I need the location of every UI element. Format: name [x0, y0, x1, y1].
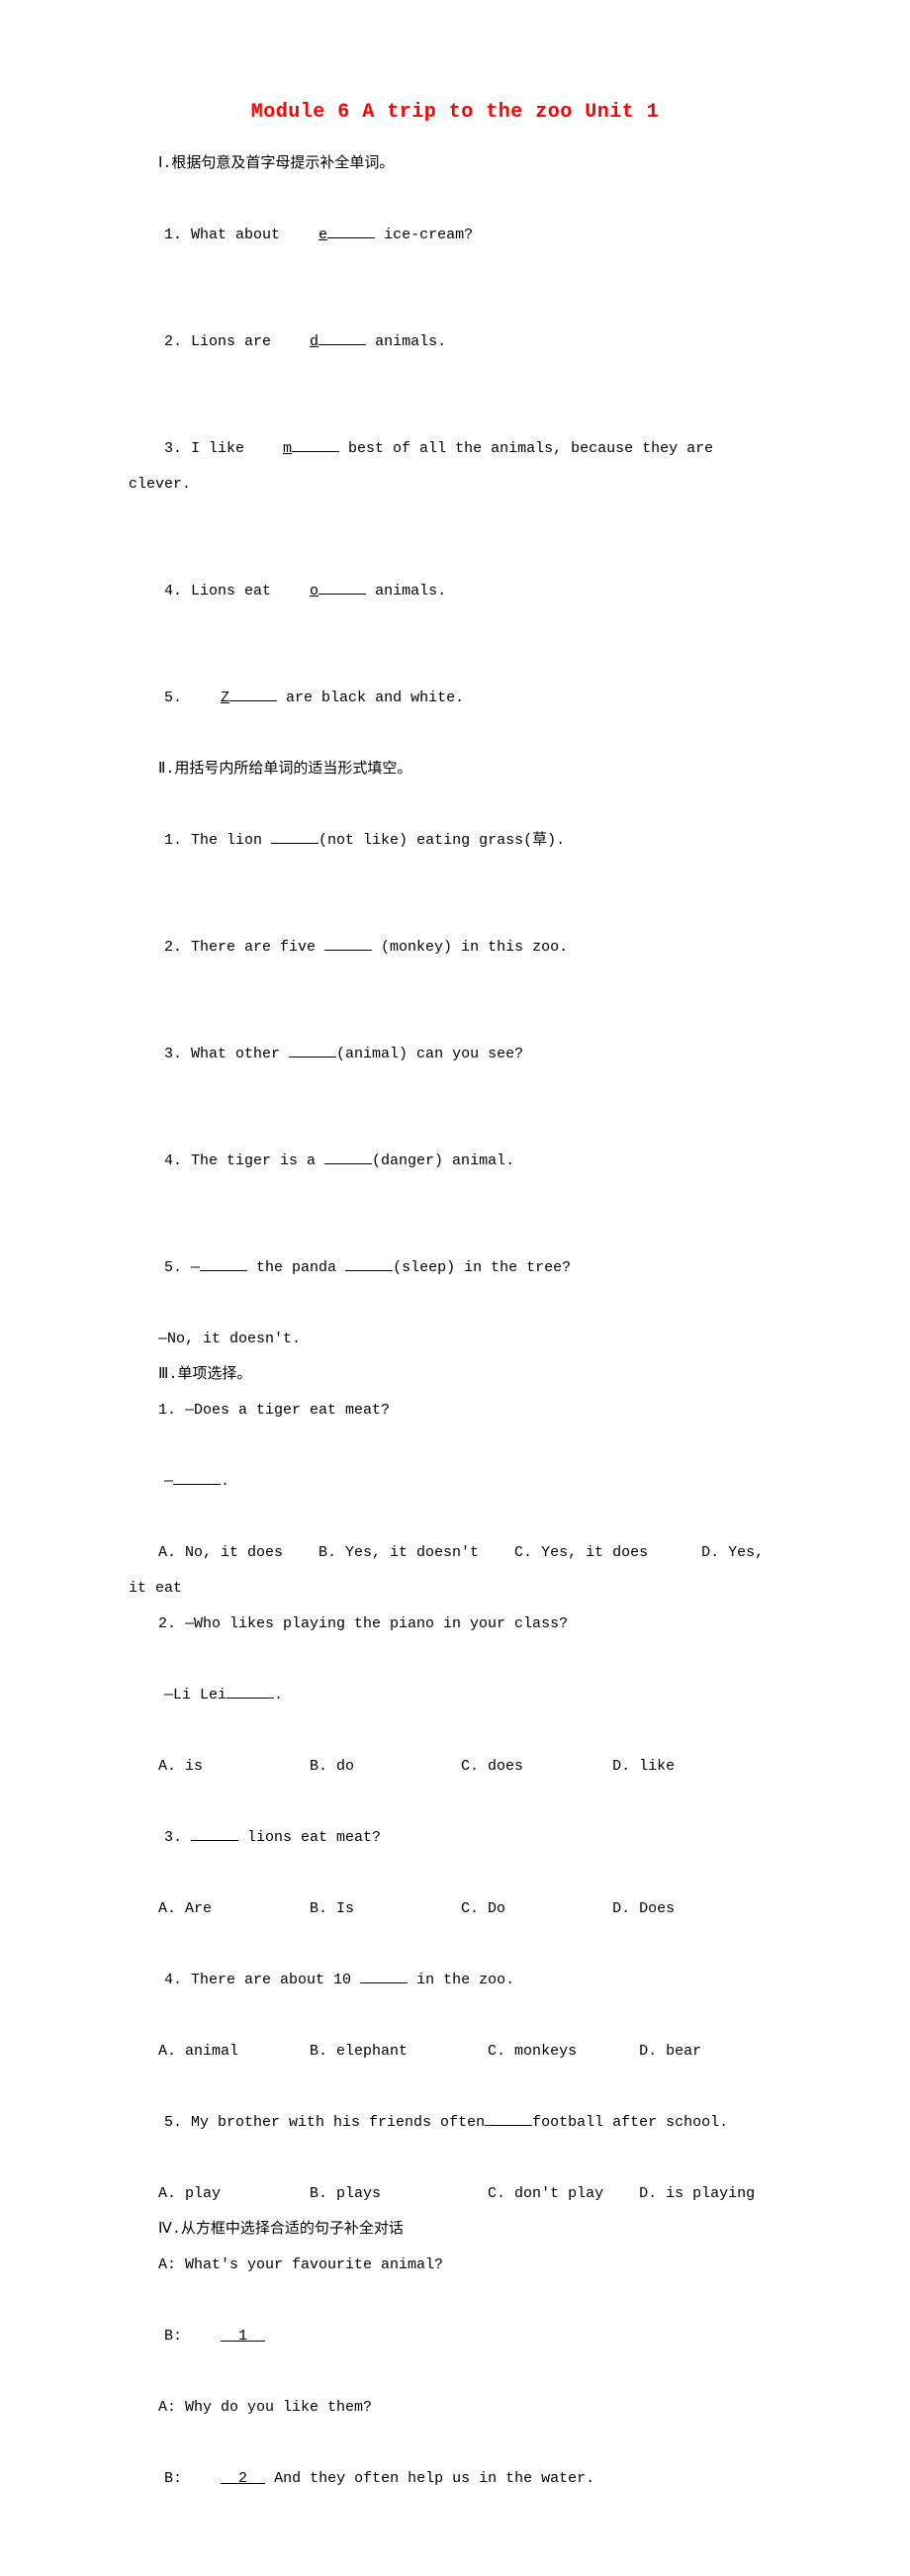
s4-b2: B: 2 And they often help us in the water…	[129, 2426, 781, 2532]
s1-q2-pre: 2. Lions are	[164, 333, 280, 350]
s3-q5-blank[interactable]	[485, 2110, 532, 2126]
s2-q3-pre: 3. What other	[164, 1046, 289, 1062]
s1-q1-blank[interactable]	[327, 223, 375, 238]
s1-q5-letter: Z	[191, 681, 229, 716]
section-4-heading: Ⅳ.从方框中选择合适的句子补全对话	[129, 2212, 781, 2248]
worksheet-page: Module 6 A trip to the zoo Unit 1 Ⅰ.根据句意…	[0, 0, 910, 2576]
s3-q5-opts[interactable]: A. play B. plays C. don't play D. is pla…	[129, 2176, 781, 2212]
s3-q2-l2-post: .	[274, 1687, 283, 1703]
s1-q5-blank[interactable]	[229, 686, 277, 701]
s4-a2: A: Why do you like them?	[129, 2390, 781, 2426]
s1-q3: 3. I like m best of all the animals, bec…	[129, 396, 781, 538]
s1-q2: 2. Lions are d animals.	[129, 289, 781, 396]
s1-q5-pre: 5.	[164, 690, 191, 706]
s2-q5: 5. — the panda (sleep) in the tree?	[129, 1215, 781, 1322]
s1-q3-pre: 3. I like	[164, 440, 253, 457]
s3-q2-l2-pre: —Li Lei	[164, 1687, 227, 1703]
s2-q5-mid: the panda	[247, 1259, 345, 1276]
s2-q3-post: (animal) can you see?	[336, 1046, 523, 1062]
s3-q3-opts[interactable]: A. Are B. Is C. Do D. Does	[129, 1891, 781, 1927]
s3-q1-opts-cont[interactable]: it eat	[129, 1571, 781, 1607]
s1-q2-post: animals.	[366, 333, 446, 350]
s3-q4-blank[interactable]	[360, 1968, 408, 1983]
s2-q2-pre: 2. There are five	[164, 939, 324, 956]
s2-q3-blank[interactable]	[289, 1042, 336, 1058]
s4-a1: A: What's your favourite animal?	[129, 2248, 781, 2283]
s2-q5-blank2[interactable]	[345, 1255, 393, 1271]
s1-q5: 5. Z are black and white.	[129, 645, 781, 752]
s4-b1: B: 1	[129, 2283, 781, 2390]
s3-q1-l2-post: .	[221, 1473, 229, 1490]
s1-q4-post: animals.	[366, 583, 446, 599]
s3-q4: 4. There are about 10 in the zoo.	[129, 1927, 781, 2034]
s1-q4-blank[interactable]	[318, 579, 366, 595]
s2-q4-pre: 4. The tiger is a	[164, 1152, 324, 1169]
s3-q5-post: football after school.	[532, 2114, 728, 2131]
s3-q3-pre: 3.	[164, 1829, 191, 1846]
s4-a3: A: 3	[129, 2532, 781, 2576]
s4-b1-pre: B:	[164, 2328, 191, 2345]
s3-q3-blank[interactable]	[191, 1825, 238, 1841]
s1-q3-letter: m	[253, 431, 292, 467]
s2-q2-post: (monkey) in this zoo.	[372, 939, 568, 956]
s1-q3-blank[interactable]	[292, 436, 339, 452]
s3-q5: 5. My brother with his friends often foot…	[129, 2070, 781, 2176]
s2-q4: 4. The tiger is a (danger) animal.	[129, 1108, 781, 1215]
s3-q4-pre: 4. There are about 10	[164, 1972, 360, 1988]
s2-q1-pre: 1. The lion	[164, 832, 271, 849]
s3-q1-l2-pre: —	[164, 1473, 173, 1490]
s4-a3-num[interactable]: 3	[191, 2568, 265, 2576]
s2-q1-post: (not like) eating grass(草).	[318, 832, 565, 849]
s1-q1: 1. What about e ice-cream?	[129, 182, 781, 289]
s3-q2-l1: 2. —Who likes playing the piano in your …	[129, 1607, 781, 1642]
s1-q1-post: ice-cream?	[375, 227, 473, 243]
s2-q2-blank[interactable]	[324, 935, 372, 951]
s4-b1-num[interactable]: 1	[191, 2319, 265, 2354]
s1-q4-letter: o	[280, 574, 318, 609]
s2-q1: 1. The lion (not like) eating grass(草).	[129, 787, 781, 894]
s4-b2-pre: B:	[164, 2470, 191, 2487]
s1-q2-blank[interactable]	[318, 329, 366, 345]
s2-q2: 2. There are five (monkey) in this zoo.	[129, 894, 781, 1001]
s2-q4-blank[interactable]	[324, 1149, 372, 1164]
s2-q5-blank1[interactable]	[200, 1255, 247, 1271]
s2-q5-post: (sleep) in the tree?	[393, 1259, 571, 1276]
s1-q5-post: are black and white.	[277, 690, 464, 706]
s3-q2-blank[interactable]	[227, 1683, 274, 1699]
worksheet-title: Module 6 A trip to the zoo Unit 1	[129, 89, 781, 137]
s4-b2-post: And they often help us in the water.	[265, 2470, 594, 2487]
s3-q5-pre: 5. My brother with his friends often	[164, 2114, 485, 2131]
s3-q1-l2: —.	[129, 1428, 781, 1535]
s3-q1-l1: 1. —Does a tiger eat meat?	[129, 1393, 781, 1428]
s3-q3-post: lions eat meat?	[238, 1829, 381, 1846]
s1-q2-letter: d	[280, 324, 318, 360]
s3-q2-l2: —Li Lei.	[129, 1642, 781, 1749]
s1-q1-letter: e	[289, 218, 327, 253]
s4-b2-num[interactable]: 2	[191, 2461, 265, 2497]
s1-q4: 4. Lions eat o animals.	[129, 538, 781, 645]
s3-q4-post: in the zoo.	[408, 1972, 514, 1988]
s2-q5-answer: —No, it doesn't.	[129, 1322, 781, 1357]
s2-q5-pre: 5. —	[164, 1259, 200, 1276]
section-2-heading: Ⅱ.用括号内所给单词的适当形式填空。	[129, 752, 781, 787]
s3-q1-blank[interactable]	[173, 1469, 221, 1485]
s3-q4-opts[interactable]: A. animal B. elephant C. monkeys D. bear	[129, 2034, 781, 2070]
section-3-heading: Ⅲ.单项选择。	[129, 1357, 781, 1393]
s2-q3: 3. What other (animal) can you see?	[129, 1001, 781, 1108]
s3-q1-opts[interactable]: A. No, it does B. Yes, it doesn't C. Yes…	[129, 1535, 781, 1571]
s2-q4-post: (danger) animal.	[372, 1152, 514, 1169]
s3-q2-opts[interactable]: A. is B. do C. does D. like	[129, 1749, 781, 1785]
s1-q4-pre: 4. Lions eat	[164, 583, 280, 599]
s2-q1-blank[interactable]	[271, 828, 318, 844]
section-1-heading: Ⅰ.根据句意及首字母提示补全单词。	[129, 146, 781, 182]
s3-q3: 3. lions eat meat?	[129, 1785, 781, 1891]
s1-q1-pre: 1. What about	[164, 227, 289, 243]
